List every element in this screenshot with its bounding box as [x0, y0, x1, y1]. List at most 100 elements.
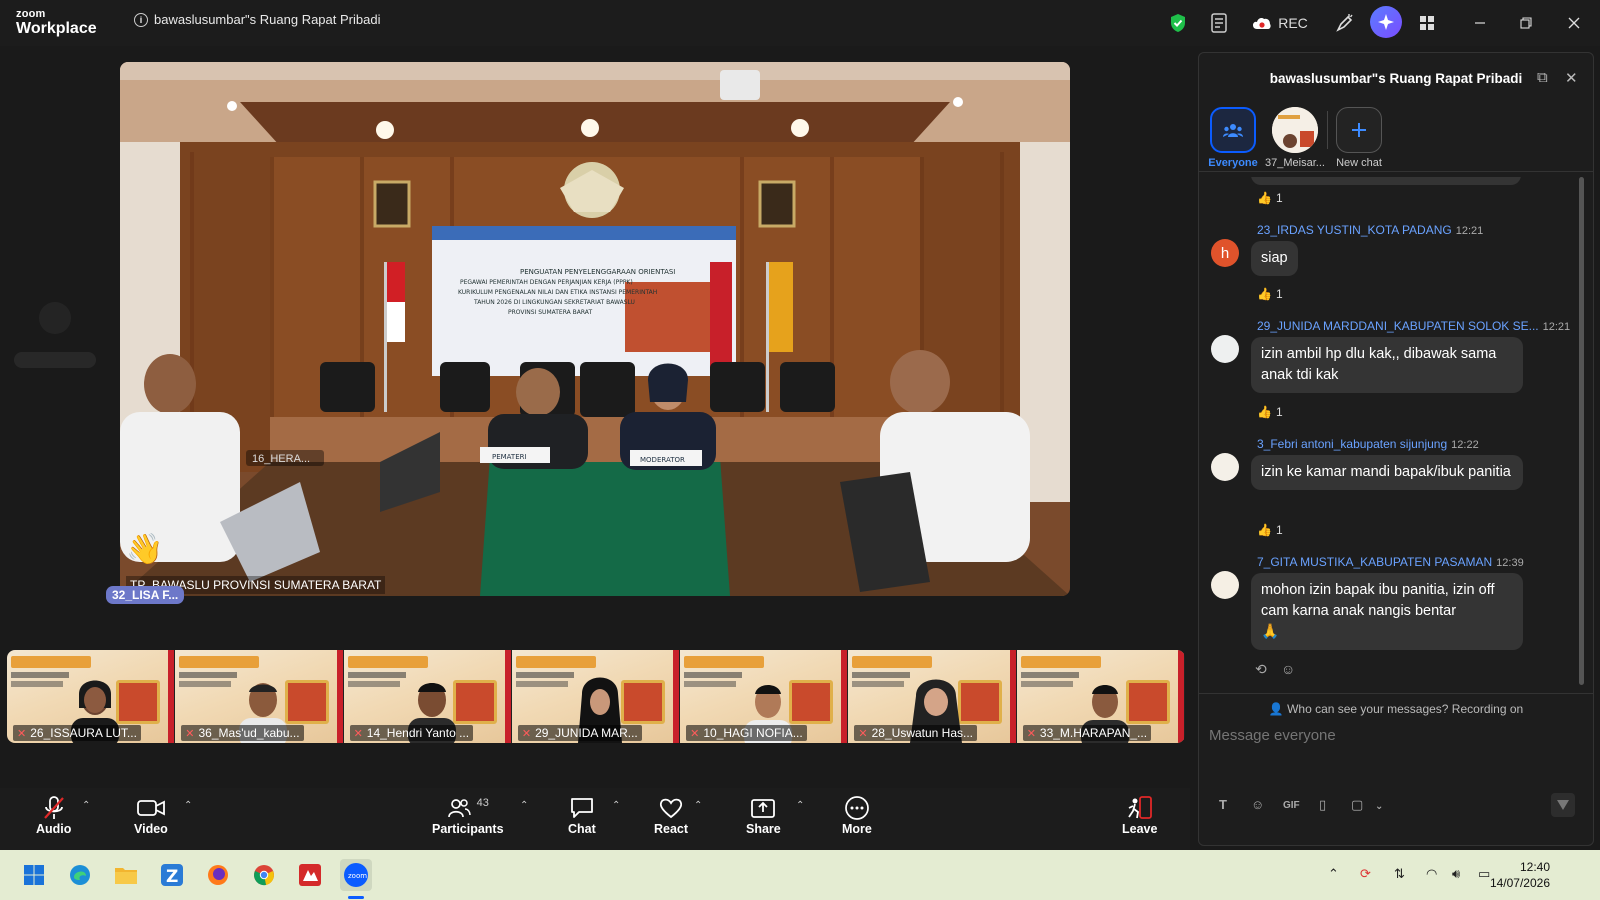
zoom-taskbar-icon[interactable]: zoom [340, 859, 372, 891]
notes-icon[interactable] [1206, 9, 1232, 37]
main-video[interactable]: PENGUATAN PENYELENGGARAAN ORIENTASI PEGA… [120, 62, 1070, 596]
add-reaction-icon[interactable]: ☺ [1281, 661, 1295, 677]
tray-overflow-icon[interactable]: ⌃ [1328, 866, 1339, 882]
banner-line-4: TAHUN 2026 DI LINGKUNGAN SEKRETARIAT BAW… [473, 299, 635, 306]
camera-icon [137, 800, 165, 816]
restore-icon[interactable] [1514, 9, 1538, 37]
edge-icon[interactable] [64, 859, 96, 891]
tile-label: ✕ 10_HAGI NOFIA... [686, 725, 807, 741]
chat-close-icon[interactable]: ✕ [1565, 69, 1578, 87]
tab-everyone[interactable]: Everyone [1203, 107, 1263, 169]
sync-icon[interactable]: ⟳ [1360, 866, 1371, 882]
leave-button[interactable]: Leave [1122, 794, 1157, 836]
thumbs-up-icon: 👍 [1257, 287, 1272, 301]
screenshot-icon[interactable]: ▢ [1351, 797, 1363, 813]
participant-tile[interactable]: ✕ 28_Uswatun Has... [848, 650, 1017, 743]
reaction-chip[interactable]: 👍 1 [1257, 191, 1283, 205]
gif-button[interactable]: GIF [1283, 800, 1300, 811]
start-icon[interactable] [18, 859, 50, 891]
screenshot-options-caret[interactable]: ⌄ [1375, 801, 1383, 812]
video-button[interactable]: Video [134, 794, 168, 836]
battery-icon[interactable]: ▭ [1478, 866, 1490, 882]
file-icon[interactable]: ▯ [1319, 797, 1326, 813]
close-icon[interactable] [1562, 9, 1586, 37]
chat-scrollbar[interactable] [1579, 177, 1584, 685]
meeting-title: bawaslusumbar"s Ruang Rapat Pribadi [154, 12, 381, 27]
participants-button[interactable]: 43 Participants [432, 794, 504, 836]
message-sender: 7_GITA MUSTIKA_KABUPATEN PASAMAN 12:39 [1257, 555, 1524, 569]
privacy-note[interactable]: 👤 Who can see your messages? Recording o… [1199, 693, 1593, 716]
participant-tile[interactable]: ✕ 14_Hendri Yanto ... [343, 650, 512, 743]
avatar[interactable] [1211, 571, 1239, 599]
reply-icon[interactable]: ⟲ [1255, 661, 1267, 678]
chrome-icon[interactable] [248, 859, 280, 891]
meeting-stage: PENGUATAN PENYELENGGARAAN ORIENTASI PEGA… [0, 46, 1185, 788]
wifi-icon[interactable]: ◠ [1426, 866, 1437, 882]
banner-line-2: PEGAWAI PEMERINTAH DENGAN PERJANJIAN KER… [460, 279, 633, 286]
participant-tile[interactable]: ✕ 33_M.HARAPAN_... [1016, 650, 1185, 743]
system-clock[interactable]: 12:40 14/07/2026 [1490, 859, 1550, 891]
avatar[interactable] [1211, 453, 1239, 481]
message-list[interactable]: 👍 1 23_IRDAS YUSTIN_KOTA PADANG 12:21 h si… [1199, 177, 1579, 687]
plus-icon [1336, 107, 1382, 153]
react-options-caret[interactable]: ⌃ [694, 800, 702, 811]
tab-private-chat[interactable]: 37_Meisar... [1265, 107, 1325, 169]
reaction-chip[interactable]: 👍 1 [1257, 523, 1283, 537]
minimize-icon[interactable] [1468, 9, 1492, 37]
tile-label: ✕ 33_M.HARAPAN_... [1022, 725, 1152, 741]
pray-emoji: 🙏 [1261, 624, 1280, 640]
file-explorer-icon[interactable] [110, 859, 142, 891]
mic-muted-icon: ✕ [690, 727, 700, 740]
thumbs-up-icon: 👍 [1257, 405, 1272, 419]
apps-grid-icon[interactable] [1414, 9, 1440, 37]
participant-tile[interactable]: ✕ 29_JUNIDA MAR... [511, 650, 681, 743]
everyone-icon [1210, 107, 1256, 153]
video-options-caret[interactable]: ⌃ [184, 800, 192, 811]
send-button[interactable] [1551, 793, 1575, 817]
audio-options-caret[interactable]: ⌃ [82, 800, 90, 811]
network-activity-icon[interactable]: ⇅ [1394, 866, 1405, 882]
participants-options-caret[interactable]: ⌃ [520, 800, 528, 811]
more-icon [845, 796, 869, 820]
chat-button[interactable]: Chat [568, 794, 596, 836]
tile-label: ✕ 28_Uswatun Has... [854, 725, 978, 741]
tab-new-chat[interactable]: New chat [1329, 107, 1389, 169]
mic-muted-icon: ✕ [17, 727, 27, 740]
recording-indicator[interactable]: REC [1250, 9, 1310, 37]
contact-avatar [1272, 107, 1318, 153]
participant-tile[interactable]: ✕ 26_ISSAURA LUT... [7, 650, 176, 743]
share-options-caret[interactable]: ⌃ [796, 800, 804, 811]
more-button[interactable]: More [842, 794, 872, 836]
audio-button[interactable]: Audio [36, 794, 71, 836]
mic-muted-icon: ✕ [521, 727, 532, 740]
annotate-icon[interactable] [1332, 9, 1358, 37]
send-icon [1557, 800, 1569, 810]
shield-icon[interactable] [1166, 9, 1190, 37]
info-icon[interactable]: i [134, 12, 148, 27]
active-speaker-tag[interactable]: 32_LISA F... [106, 586, 185, 604]
share-button[interactable]: Share [746, 794, 781, 836]
meeting-info[interactable]: i bawaslusumbar"s Ruang Rapat Pribadi [134, 12, 380, 27]
message-input[interactable] [1209, 719, 1579, 751]
emoji-icon[interactable]: ☺ [1251, 797, 1264, 812]
person-icon: 👤 [1268, 702, 1288, 716]
mic-muted-icon: ✕ [185, 727, 195, 740]
zotero-z-icon[interactable]: Z [156, 859, 188, 891]
popout-icon[interactable]: ⧉ [1537, 69, 1548, 86]
message-sender: 23_IRDAS YUSTIN_KOTA PADANG 12:21 [1257, 223, 1484, 237]
ai-companion-icon[interactable] [1370, 6, 1402, 38]
placard-moderator: MODERATOR [640, 456, 685, 464]
firefox-icon[interactable] [202, 859, 234, 891]
avatar[interactable]: h [1211, 239, 1239, 267]
participant-tile[interactable]: ✕ 10_HAGI NOFIA... [680, 650, 849, 743]
format-text-icon[interactable]: T [1219, 797, 1227, 812]
reaction-chip[interactable]: 👍 1 [1257, 405, 1283, 419]
volume-icon[interactable]: 🔊︎ [1452, 866, 1460, 882]
participant-tile[interactable]: ✕ 36_Mas'ud_kabu... [175, 650, 344, 743]
reaction-chip[interactable]: 👍 1 [1257, 287, 1283, 301]
chat-options-caret[interactable]: ⌃ [612, 800, 620, 811]
chat-panel: bawaslusumbar"s Ruang Rapat Pribadi ⧉ ✕ … [1198, 52, 1594, 846]
avatar[interactable] [1211, 335, 1239, 363]
react-button[interactable]: React [654, 794, 688, 836]
pdf-reader-icon[interactable] [294, 859, 326, 891]
